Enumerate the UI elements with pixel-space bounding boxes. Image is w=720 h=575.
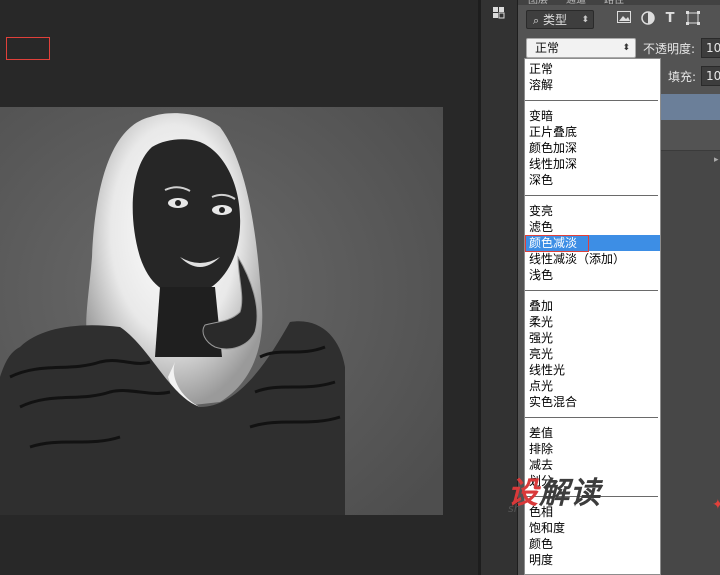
panel-icon[interactable] xyxy=(490,5,508,23)
blend-mode-option[interactable]: 线性减淡（添加） xyxy=(525,251,660,267)
blend-mode-option[interactable]: 线性加深 xyxy=(525,156,660,172)
blend-mode-option[interactable]: 叠加 xyxy=(525,298,660,314)
blend-mode-option[interactable]: 颜色加深 xyxy=(525,140,660,156)
menu-separator xyxy=(525,290,658,291)
blend-mode-select[interactable]: 正常 ⬍ xyxy=(526,38,636,58)
fill-label: 填充: xyxy=(668,70,697,84)
shape-filter-icon[interactable] xyxy=(685,11,701,27)
opacity-input[interactable]: 100 xyxy=(701,38,720,58)
panel-collapse-icon[interactable]: ▸ xyxy=(714,155,719,165)
blend-mode-option[interactable]: 滤色 xyxy=(525,219,660,235)
blend-mode-option[interactable]: 柔光 xyxy=(525,314,660,330)
blend-mode-option[interactable]: 强光 xyxy=(525,330,660,346)
blend-mode-option[interactable]: 色相 xyxy=(525,504,660,520)
blend-mode-value: 正常 xyxy=(535,41,560,55)
kind-filter-label: 类型 xyxy=(543,13,568,27)
opacity-label: 不透明度: xyxy=(643,42,696,56)
layers-list xyxy=(658,151,720,575)
menu-separator xyxy=(525,195,658,196)
blend-mode-option[interactable]: 浅色 xyxy=(525,267,660,283)
image-filter-icon[interactable] xyxy=(616,11,632,27)
menu-separator xyxy=(525,100,658,101)
blend-mode-option[interactable]: 实色混合 xyxy=(525,394,660,410)
blend-mode-option[interactable]: 点光 xyxy=(525,378,660,394)
blend-mode-menu: 正常 溶解变暗 正片叠底 颜色加深 线性加深 深色变亮 滤色 颜色减淡 线性减淡（添加） 浅色叠加… xyxy=(524,58,661,575)
blend-mode-option[interactable]: 深色 xyxy=(525,172,660,188)
stepper-arrows-icon: ⬍ xyxy=(581,15,589,25)
type-filter-icon[interactable]: T xyxy=(662,11,678,27)
blend-mode-option[interactable]: 线性光 xyxy=(525,362,660,378)
menu-separator xyxy=(525,496,658,497)
fill-input[interactable]: 100 xyxy=(701,66,720,86)
layer-kind-filter[interactable]: ⌕ 类型 ⬍ xyxy=(526,10,594,29)
canvas-area xyxy=(0,0,478,575)
blend-mode-option[interactable]: 变亮 xyxy=(525,203,660,219)
panel-tabs: 图层 通道 路径 xyxy=(518,0,720,5)
stepper-arrows-icon: ⬍ xyxy=(622,43,630,53)
inverted-portrait-image xyxy=(0,107,443,515)
blend-mode-option[interactable]: 溶解 xyxy=(525,77,660,93)
tab-paths[interactable]: 路径 xyxy=(604,0,624,5)
blend-mode-option[interactable]: 正常 xyxy=(525,61,660,77)
panel-dock-strip xyxy=(481,0,518,575)
blend-mode-option[interactable]: 排除 xyxy=(525,441,660,457)
blend-mode-option[interactable]: 亮光 xyxy=(525,346,660,362)
blend-mode-option[interactable]: 减去 xyxy=(525,457,660,473)
blend-mode-option[interactable]: 明度 xyxy=(525,552,660,568)
blend-mode-option[interactable]: 颜色 xyxy=(525,536,660,552)
blend-mode-option[interactable]: 颜色减淡 xyxy=(525,235,660,251)
blend-mode-option[interactable]: 差值 xyxy=(525,425,660,441)
blend-mode-option[interactable]: 划分 xyxy=(525,473,660,489)
blend-mode-option[interactable]: 正片叠底 xyxy=(525,124,660,140)
menu-separator xyxy=(525,417,658,418)
search-icon: ⌕ xyxy=(533,14,540,27)
edge-marker-icon: ✦ xyxy=(712,497,720,513)
adjustment-filter-icon[interactable] xyxy=(640,11,656,27)
tab-channels[interactable]: 通道 xyxy=(566,0,586,5)
document-canvas[interactable] xyxy=(0,107,443,515)
blend-mode-option[interactable]: 变暗 xyxy=(525,108,660,124)
blend-mode-option[interactable]: 饱和度 xyxy=(525,520,660,536)
tab-layers[interactable]: 图层 xyxy=(528,0,548,5)
layer-row-selected[interactable] xyxy=(658,94,720,120)
